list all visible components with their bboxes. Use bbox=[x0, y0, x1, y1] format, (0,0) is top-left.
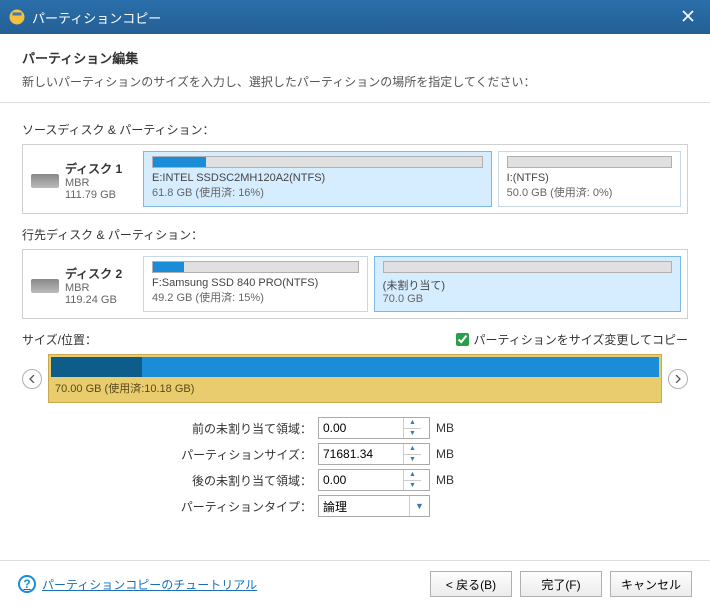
resize-copy-checkbox-label[interactable]: パーティションをサイズ変更してコピー bbox=[456, 331, 688, 348]
size-input[interactable] bbox=[319, 444, 403, 464]
sizepos-row: サイズ/位置： パーティションをサイズ変更してコピー bbox=[22, 331, 688, 348]
disk-scheme: MBR bbox=[65, 282, 122, 294]
page-title: パーティション編集 bbox=[22, 48, 688, 67]
form-grid: 前の未割り当て領域： ▲▼ MB パーティションサイズ： ▲▼ MB 後の未割り… bbox=[162, 417, 688, 517]
before-input[interactable] bbox=[319, 418, 403, 438]
source-disk-info: ディスク 1 MBR 111.79 GB bbox=[29, 151, 137, 207]
partition-card[interactable]: (未割り当て)70.0 GB bbox=[374, 256, 681, 312]
partition-stat: 61.8 GB (使用済: 16%) bbox=[152, 184, 483, 200]
unit-label: MB bbox=[436, 473, 460, 487]
resize-copy-checkbox[interactable] bbox=[456, 333, 469, 346]
dest-disk-info: ディスク 2 MBR 119.24 GB bbox=[29, 256, 137, 312]
close-icon bbox=[682, 10, 694, 22]
finish-button[interactable]: 完了(F) bbox=[520, 571, 602, 597]
chevron-left-icon bbox=[28, 375, 36, 383]
disk-size: 119.24 GB bbox=[65, 294, 122, 306]
size-spin[interactable]: ▲▼ bbox=[318, 443, 430, 465]
disk-name: ディスク 1 bbox=[65, 160, 122, 177]
disk-icon bbox=[31, 174, 59, 188]
before-spin[interactable]: ▲▼ bbox=[318, 417, 430, 439]
back-button[interactable]: < 戻る(B) bbox=[430, 571, 512, 597]
partition-name: F:Samsung SSD 840 PRO(NTFS) bbox=[152, 277, 359, 289]
app-icon bbox=[8, 8, 26, 26]
tutorial-link-text: パーティションコピーのチュートリアル bbox=[42, 576, 257, 593]
dest-section-label: 行先ディスク & パーティション： bbox=[22, 226, 688, 243]
page-subtitle: 新しいパーティションのサイズを入力し、選択したパーティションの場所を指定してくだ… bbox=[22, 73, 688, 90]
tutorial-link[interactable]: ? パーティションコピーのチュートリアル bbox=[18, 575, 422, 593]
close-button[interactable] bbox=[674, 10, 702, 25]
source-disk-row: ディスク 1 MBR 111.79 GB E:INTEL SSDSC2MH120… bbox=[22, 144, 688, 214]
chevron-down-icon[interactable]: ▼ bbox=[409, 496, 429, 516]
type-input[interactable] bbox=[319, 496, 409, 516]
partition-stat: 50.0 GB (使用済: 0%) bbox=[507, 184, 672, 200]
dest-disk-row: ディスク 2 MBR 119.24 GB F:Samsung SSD 840 P… bbox=[22, 249, 688, 319]
type-combo[interactable]: ▼ bbox=[318, 495, 430, 517]
disk-icon bbox=[31, 279, 59, 293]
chevron-right-icon bbox=[674, 375, 682, 383]
checkbox-text: パーティションをサイズ変更してコピー bbox=[473, 331, 688, 348]
after-input[interactable] bbox=[319, 470, 403, 490]
spin-up-icon[interactable]: ▲ bbox=[404, 444, 421, 455]
spin-up-icon[interactable]: ▲ bbox=[404, 470, 421, 481]
partition-name: I:(NTFS) bbox=[507, 172, 672, 184]
partition-stat: 70.0 GB bbox=[383, 293, 672, 305]
spin-down-icon[interactable]: ▼ bbox=[404, 481, 421, 491]
disk-name: ディスク 2 bbox=[65, 265, 122, 282]
size-label: パーティションサイズ： bbox=[162, 446, 312, 463]
disk-size: 111.79 GB bbox=[65, 189, 122, 201]
titlebar: パーティションコピー bbox=[0, 0, 710, 34]
after-spin[interactable]: ▲▼ bbox=[318, 469, 430, 491]
partition-card[interactable]: E:INTEL SSDSC2MH120A2(NTFS)61.8 GB (使用済:… bbox=[143, 151, 492, 207]
slider-left-button[interactable] bbox=[22, 369, 42, 389]
before-label: 前の未割り当て領域： bbox=[162, 420, 312, 437]
partition-card[interactable]: F:Samsung SSD 840 PRO(NTFS)49.2 GB (使用済:… bbox=[143, 256, 368, 312]
source-section-label: ソースディスク & パーティション： bbox=[22, 121, 688, 138]
unit-label: MB bbox=[436, 421, 460, 435]
spin-down-icon[interactable]: ▼ bbox=[404, 455, 421, 465]
slider-right-button[interactable] bbox=[668, 369, 688, 389]
unit-label: MB bbox=[436, 447, 460, 461]
size-slider[interactable]: 70.00 GB (使用済:10.18 GB) bbox=[48, 354, 662, 403]
footer: ? パーティションコピーのチュートリアル < 戻る(B) 完了(F) キャンセル bbox=[0, 560, 710, 607]
after-label: 後の未割り当て領域： bbox=[162, 472, 312, 489]
header: パーティション編集 新しいパーティションのサイズを入力し、選択したパーティション… bbox=[0, 34, 710, 103]
help-icon: ? bbox=[18, 575, 36, 593]
partition-stat: 49.2 GB (使用済: 15%) bbox=[152, 289, 359, 305]
partition-name: E:INTEL SSDSC2MH120A2(NTFS) bbox=[152, 172, 483, 184]
spin-down-icon[interactable]: ▼ bbox=[404, 429, 421, 439]
partition-name: (未割り当て) bbox=[383, 277, 672, 293]
disk-scheme: MBR bbox=[65, 177, 122, 189]
size-slider-row: 70.00 GB (使用済:10.18 GB) bbox=[22, 354, 688, 403]
sizepos-label: サイズ/位置： bbox=[22, 331, 456, 348]
window-title: パーティションコピー bbox=[32, 8, 674, 27]
slider-caption: 70.00 GB (使用済:10.18 GB) bbox=[51, 377, 659, 400]
type-label: パーティションタイプ： bbox=[162, 498, 312, 515]
cancel-button[interactable]: キャンセル bbox=[610, 571, 692, 597]
partition-card[interactable]: I:(NTFS)50.0 GB (使用済: 0%) bbox=[498, 151, 681, 207]
spin-up-icon[interactable]: ▲ bbox=[404, 418, 421, 429]
